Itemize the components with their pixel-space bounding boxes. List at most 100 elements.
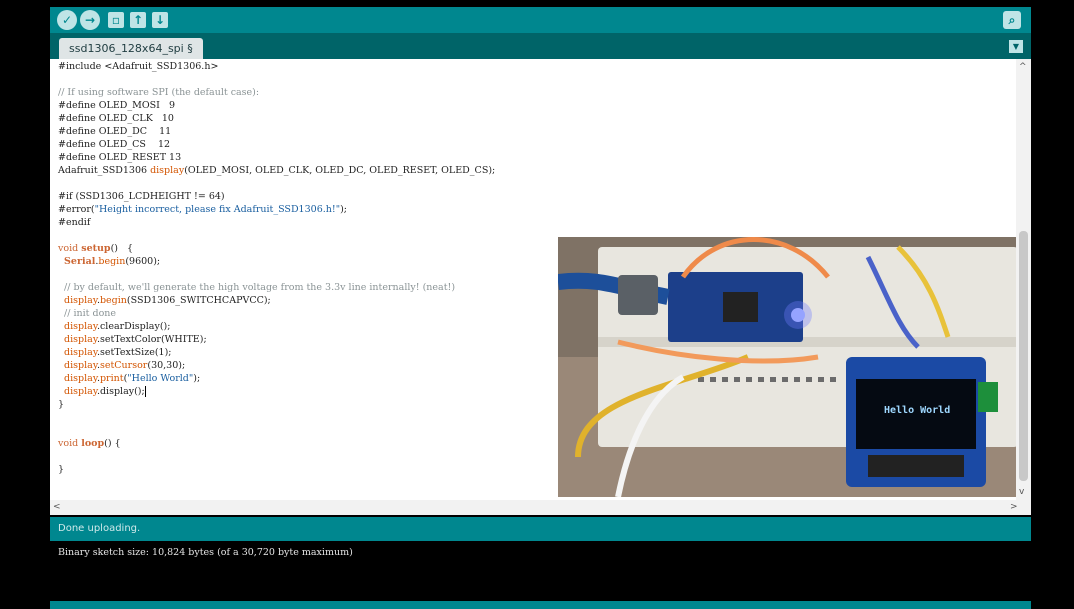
- vertical-scrollbar[interactable]: ^ v: [1016, 59, 1031, 500]
- code-line[interactable]: Serial.begin(9600);: [58, 255, 495, 268]
- code-token: display: [64, 347, 97, 358]
- code-token: print: [99, 373, 124, 384]
- code-token: void: [58, 243, 82, 254]
- code-line[interactable]: #include <Adafruit_SSD1306.h>: [58, 60, 495, 73]
- code-line[interactable]: Adafruit_SSD1306 display(OLED_MOSI, OLED…: [58, 164, 495, 177]
- code-token: setup: [81, 243, 111, 254]
- horizontal-scrollbar[interactable]: < >: [50, 500, 1031, 515]
- scroll-down-icon[interactable]: v: [1019, 487, 1024, 497]
- code-line[interactable]: display.begin(SSD1306_SWITCHCAPVCC);: [58, 294, 495, 307]
- code-line[interactable]: #define OLED_CS 12: [58, 138, 495, 151]
- code-token: );: [340, 204, 347, 215]
- tab-bar: ssd1306_128x64_spi § ▼: [50, 33, 1031, 59]
- code-token: Serial: [64, 256, 96, 267]
- scroll-right-icon[interactable]: >: [1010, 502, 1018, 512]
- code-line[interactable]: display.display();: [58, 385, 495, 398]
- code-token: loop: [81, 438, 105, 449]
- code-token: (OLED_MOSI, OLED_CLK, OLED_DC, OLED_RESE…: [184, 165, 496, 176]
- code-line[interactable]: [58, 411, 495, 424]
- new-icon[interactable]: ▫: [108, 12, 124, 28]
- code-line[interactable]: // init done: [58, 307, 495, 320]
- code-token: begin: [98, 256, 126, 267]
- text-cursor: [144, 386, 146, 397]
- status-bar: Done uploading.: [50, 517, 1031, 541]
- oled-display-text: Hello World: [884, 405, 951, 416]
- breadboard-photo: Hello World: [558, 237, 1017, 497]
- console-line: Binary sketch size: 10,824 bytes (of a 3…: [58, 547, 353, 558]
- code-token: .setTextColor(WHITE);: [96, 334, 207, 345]
- code-token: );: [193, 373, 201, 384]
- code-line[interactable]: #define OLED_MOSI 9: [58, 99, 495, 112]
- code-line[interactable]: }: [58, 398, 495, 411]
- code-editor[interactable]: #include <Adafruit_SSD1306.h> // If using…: [50, 59, 1031, 500]
- code-token: (9600);: [125, 256, 161, 267]
- code-token: setCursor: [99, 360, 148, 371]
- save-icon[interactable]: ↓: [152, 12, 168, 28]
- open-icon[interactable]: ↑: [130, 12, 146, 28]
- code-line[interactable]: // If using software SPI (the default ca…: [58, 86, 495, 99]
- verify-icon[interactable]: ✓: [57, 10, 77, 30]
- toolbar: ✓ → ▫ ↑ ↓ ⌕: [50, 7, 1031, 33]
- code-token: display: [64, 386, 97, 397]
- code-token: (SSD1306_SWITCHCAPVCC);: [126, 295, 271, 306]
- scroll-up-icon[interactable]: ^: [1019, 62, 1027, 72]
- code-line[interactable]: [58, 268, 495, 281]
- code-line[interactable]: [58, 229, 495, 242]
- code-text[interactable]: #include <Adafruit_SSD1306.h> // If using…: [58, 60, 495, 476]
- code-token: #endif: [58, 217, 91, 228]
- code-token: }: [58, 464, 65, 475]
- code-line[interactable]: void loop() {: [58, 437, 495, 450]
- code-token: #error(: [58, 204, 95, 215]
- code-token: // init done: [58, 308, 117, 319]
- code-line[interactable]: #error("Height incorrect, please fix Ada…: [58, 203, 495, 216]
- code-line[interactable]: #define OLED_RESET 13: [58, 151, 495, 164]
- code-token: // If using software SPI (the default ca…: [58, 87, 260, 98]
- code-line[interactable]: display.print("Hello World");: [58, 372, 495, 385]
- code-token: display: [64, 360, 97, 371]
- code-token: .setTextSize(1);: [96, 347, 172, 358]
- code-token: (30,30);: [147, 360, 186, 371]
- console-output: Binary sketch size: 10,824 bytes (of a 3…: [50, 541, 1031, 601]
- code-token: Adafruit_SSD1306: [58, 165, 151, 176]
- code-token: #include <Adafruit_SSD1306.h>: [58, 61, 219, 72]
- code-token: () {: [104, 438, 121, 449]
- code-token: #define OLED_CS 12: [58, 139, 171, 150]
- code-line[interactable]: display.setCursor(30,30);: [58, 359, 495, 372]
- code-line[interactable]: #endif: [58, 216, 495, 229]
- tab-sketch[interactable]: ssd1306_128x64_spi §: [59, 38, 203, 59]
- code-token: #if (SSD1306_LCDHEIGHT != 64): [58, 191, 225, 202]
- bottom-status-bar: [50, 601, 1031, 609]
- code-token: #define OLED_MOSI 9: [58, 100, 176, 111]
- code-line[interactable]: display.setTextColor(WHITE);: [58, 333, 495, 346]
- code-line[interactable]: [58, 450, 495, 463]
- code-line[interactable]: #define OLED_DC 11: [58, 125, 495, 138]
- scroll-left-icon[interactable]: <: [53, 502, 61, 512]
- code-line[interactable]: display.setTextSize(1);: [58, 346, 495, 359]
- code-token: .display();: [96, 386, 145, 397]
- code-line[interactable]: // by default, we'll generate the high v…: [58, 281, 495, 294]
- code-line[interactable]: #if (SSD1306_LCDHEIGHT != 64): [58, 190, 495, 203]
- vertical-scroll-thumb[interactable]: [1019, 231, 1028, 481]
- code-line[interactable]: }: [58, 463, 495, 476]
- tab-menu-icon[interactable]: ▼: [1009, 40, 1023, 53]
- code-token: display: [64, 321, 97, 332]
- code-line[interactable]: [58, 424, 495, 437]
- upload-icon[interactable]: →: [80, 10, 100, 30]
- code-token: () {: [110, 243, 134, 254]
- code-token: "Hello World": [127, 373, 194, 384]
- arduino-ide-window: ✓ → ▫ ↑ ↓ ⌕ ssd1306_128x64_spi § ▼ #incl…: [50, 0, 1031, 609]
- code-token: display: [64, 373, 97, 384]
- code-line[interactable]: display.clearDisplay();: [58, 320, 495, 333]
- code-line[interactable]: [58, 177, 495, 190]
- code-line[interactable]: void setup() {: [58, 242, 495, 255]
- code-token: display: [150, 165, 185, 176]
- code-token: }: [58, 399, 65, 410]
- code-token: #define OLED_CLK 10: [58, 113, 174, 124]
- code-token: // by default, we'll generate the high v…: [58, 282, 456, 293]
- code-token: display: [64, 295, 97, 306]
- serial-monitor-icon[interactable]: ⌕: [1003, 11, 1021, 29]
- code-line[interactable]: #define OLED_CLK 10: [58, 112, 495, 125]
- code-token: .clearDisplay();: [96, 321, 171, 332]
- code-line[interactable]: [58, 73, 495, 86]
- code-token: display: [64, 334, 97, 345]
